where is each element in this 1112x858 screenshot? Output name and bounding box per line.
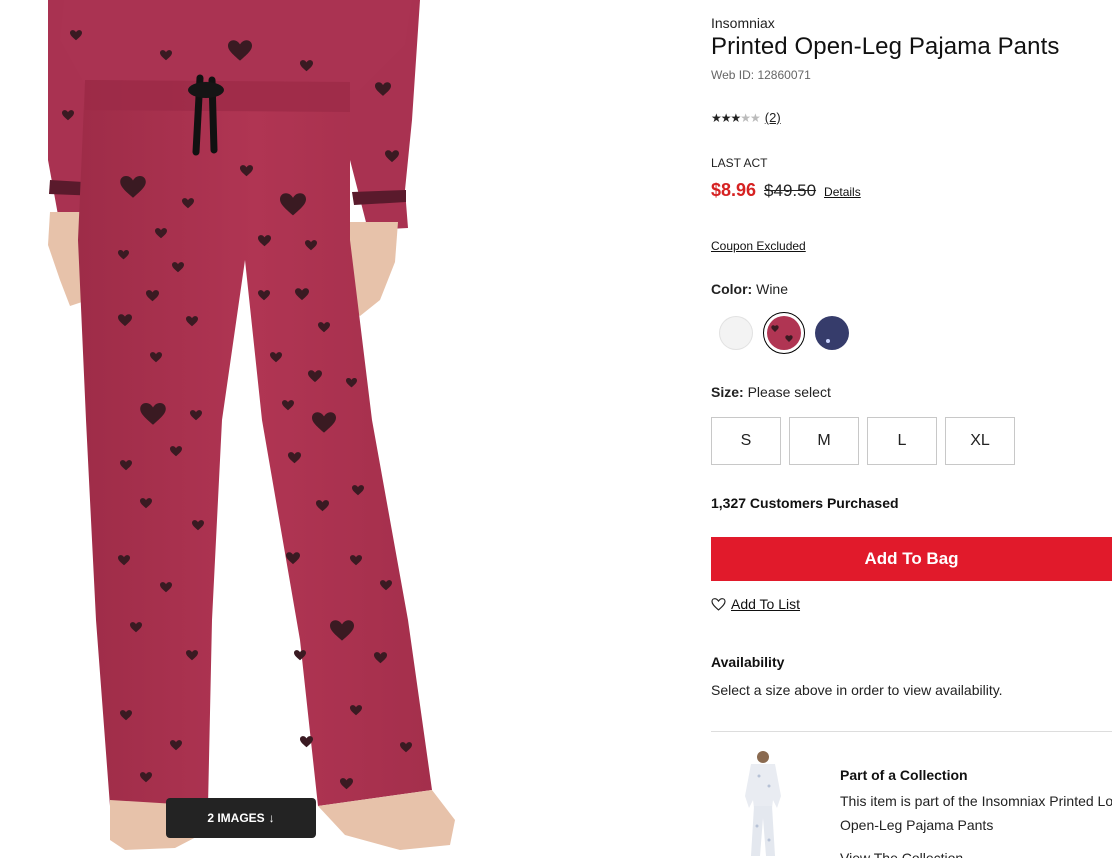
original-price: $49.50 xyxy=(764,181,817,200)
color-swatch-navy[interactable] xyxy=(811,312,853,354)
view-collection-link[interactable]: View The Collection xyxy=(840,850,963,858)
section-divider xyxy=(711,731,1112,732)
arrow-down-icon: ↓ xyxy=(268,811,275,825)
review-count-link[interactable]: (2) xyxy=(765,110,781,125)
collection-text-line2: Open-Leg Pajama Pants xyxy=(840,817,994,833)
size-button-l[interactable]: L xyxy=(867,417,937,465)
swatch-navy-fill xyxy=(815,316,849,350)
product-image[interactable]: 2 IMAGES ↓ xyxy=(0,0,690,858)
coupon-excluded-link[interactable]: Coupon Excluded xyxy=(711,239,806,253)
price-row: $8.96 $49.50 Details xyxy=(711,180,861,201)
price-details-link[interactable]: Details xyxy=(824,185,861,199)
color-swatches xyxy=(715,312,853,354)
star-rating-icon: ★★★★★ xyxy=(711,110,761,125)
swatch-wine-fill xyxy=(767,316,801,350)
size-button-xl[interactable]: XL xyxy=(945,417,1015,465)
pajama-pants-photo xyxy=(48,0,455,850)
collection-thumbnail[interactable] xyxy=(739,748,787,858)
customers-purchased: 1,327 Customers Purchased xyxy=(711,495,899,511)
size-button-m[interactable]: M xyxy=(789,417,859,465)
add-to-list-button[interactable]: Add To List xyxy=(711,596,800,612)
brand-name[interactable]: Insomniax xyxy=(711,15,775,31)
size-prompt: Please select xyxy=(747,384,831,400)
promo-label: LAST ACT xyxy=(711,156,768,170)
collection-text-line1: This item is part of the Insomniax Print… xyxy=(840,793,1112,809)
collection-heading: Part of a Collection xyxy=(840,767,968,783)
add-to-bag-button[interactable]: Add To Bag xyxy=(711,537,1112,581)
rating-summary[interactable]: ★★★★★ (2) xyxy=(711,110,781,125)
size-label: Size: Please select xyxy=(711,384,831,400)
sale-price: $8.96 xyxy=(711,180,757,200)
size-button-s[interactable]: S xyxy=(711,417,781,465)
heart-pattern-icon xyxy=(771,325,793,342)
availability-heading: Availability xyxy=(711,654,785,670)
availability-text: Select a size above in order to view ava… xyxy=(711,682,1003,698)
selected-color: Wine xyxy=(756,281,789,297)
product-title: Printed Open-Leg Pajama Pants xyxy=(711,33,1060,60)
add-to-list-label: Add To List xyxy=(731,596,801,612)
size-heading: Size: xyxy=(711,384,744,400)
dot-pattern-icon xyxy=(826,339,830,343)
view-images-button[interactable]: 2 IMAGES ↓ xyxy=(166,798,316,838)
swatch-white-fill xyxy=(719,316,753,350)
collection-description: This item is part of the Insomniax Print… xyxy=(840,789,1112,837)
images-count-label: 2 IMAGES xyxy=(207,811,265,825)
color-heading: Color: xyxy=(711,281,753,297)
heart-outline-icon xyxy=(711,597,726,611)
color-swatch-white[interactable] xyxy=(715,312,757,354)
size-options: S M L XL xyxy=(711,417,1015,465)
product-details-panel: Insomniax Printed Open-Leg Pajama Pants … xyxy=(711,0,1112,858)
web-id: Web ID: 12860071 xyxy=(711,68,811,82)
color-label: Color: Wine xyxy=(711,281,788,297)
color-swatch-wine[interactable] xyxy=(763,312,805,354)
